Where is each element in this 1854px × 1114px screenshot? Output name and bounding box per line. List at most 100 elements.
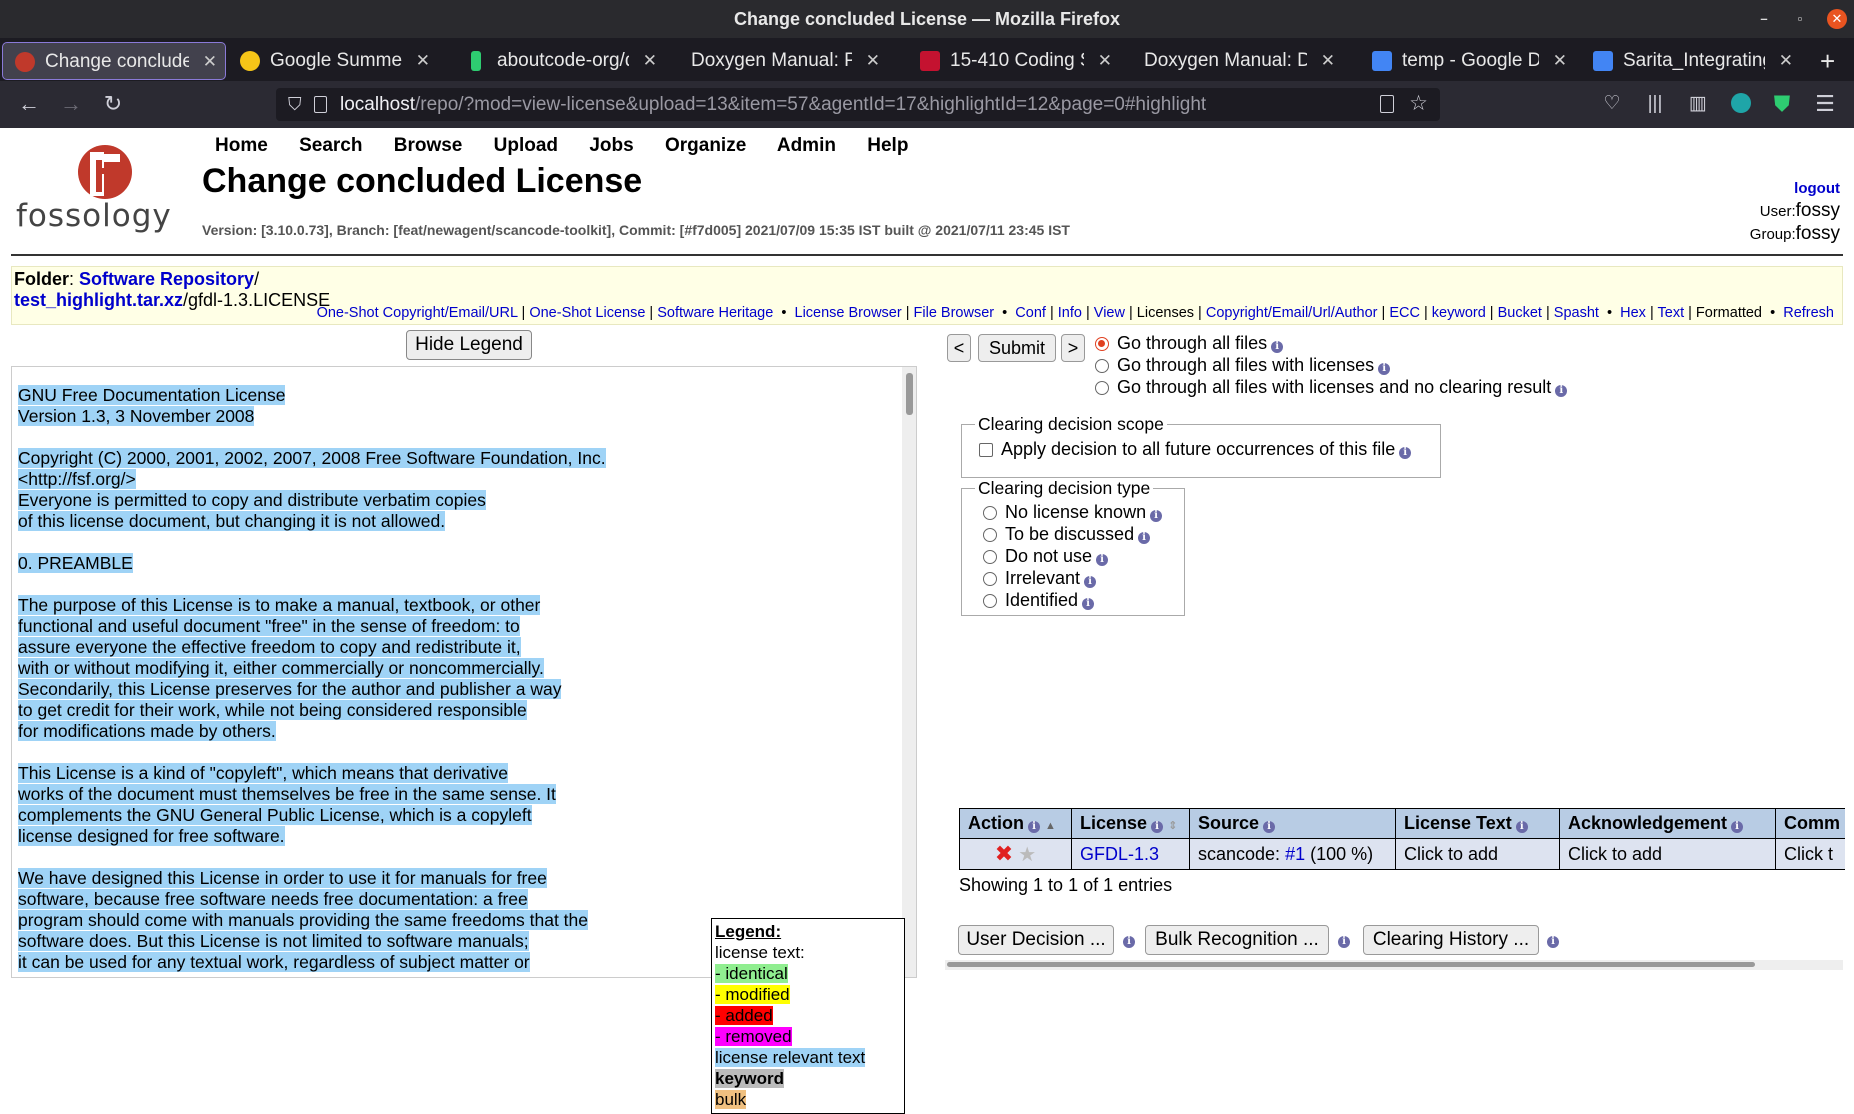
option-all-files[interactable]: Go through all files i <box>1095 332 1567 354</box>
info-icon[interactable]: i <box>1338 936 1350 948</box>
info-icon[interactable]: i <box>1378 363 1391 375</box>
hide-legend-button[interactable]: Hide Legend <box>406 330 532 360</box>
col-acknowledgement[interactable]: Acknowledgement i <box>1559 808 1776 839</box>
url-bar[interactable]: ⛉ localhost/repo/?mod=view-license&uploa… <box>276 88 1440 121</box>
sort-icon[interactable]: ▲ <box>1045 820 1056 832</box>
license-link[interactable]: GFDL-1.3 <box>1080 844 1159 864</box>
link-ecc[interactable]: ECC <box>1389 305 1420 321</box>
star-icon[interactable]: ★ <box>1018 844 1036 866</box>
menu-search[interactable]: Search <box>299 135 362 156</box>
breadcrumb-repo[interactable]: Software Repository <box>79 269 254 289</box>
link-keyword[interactable]: keyword <box>1432 305 1486 321</box>
info-icon[interactable]: i <box>1138 532 1151 544</box>
close-tab-icon[interactable]: ✕ <box>416 42 430 80</box>
tab-temp-doc[interactable]: temp - Google Doc ✕ <box>1360 42 1575 80</box>
menu-upload[interactable]: Upload <box>494 135 558 156</box>
close-tab-icon[interactable]: ✕ <box>1098 42 1112 80</box>
shield-icon[interactable]: ⛉ <box>288 94 302 115</box>
menu-icon[interactable]: ☰ <box>1810 91 1840 117</box>
page-icon[interactable] <box>314 96 327 113</box>
radio-to-be-discussed[interactable] <box>983 528 997 542</box>
info-icon[interactable]: i <box>1263 821 1276 833</box>
type-do-not-use[interactable]: Do not use i <box>983 545 1184 567</box>
scope-option[interactable]: Apply decision to all future occurrences… <box>979 438 1440 460</box>
option-files-with-licenses[interactable]: Go through all files with licenses i <box>1095 354 1567 376</box>
link-file-browser[interactable]: File Browser <box>914 305 995 321</box>
tab-aboutcode[interactable]: aboutcode-org/dis ✕ <box>455 42 665 80</box>
link-software-heritage[interactable]: Software Heritage <box>657 305 773 321</box>
link-license-browser[interactable]: License Browser <box>795 305 902 321</box>
minimize-icon[interactable]: – <box>1754 9 1774 29</box>
library-icon[interactable]: ||| <box>1640 91 1670 117</box>
radio-files-no-clearing[interactable] <box>1095 381 1109 395</box>
type-no-license-known[interactable]: No license known i <box>983 501 1184 523</box>
menu-organize[interactable]: Organize <box>665 135 746 156</box>
menu-help[interactable]: Help <box>867 135 908 156</box>
info-icon[interactable]: i <box>1731 821 1744 833</box>
tab-coding-style[interactable]: 15-410 Coding Styl ✕ <box>908 42 1120 80</box>
back-icon[interactable]: ← <box>14 91 44 117</box>
tab-doxygen-pre[interactable]: Doxygen Manual: Pre ✕ <box>668 42 888 80</box>
info-icon[interactable]: i <box>1547 936 1559 948</box>
tab-gsoc[interactable]: Google Summer of ✕ <box>228 42 438 80</box>
close-tab-icon[interactable]: ✕ <box>1779 42 1793 80</box>
option-files-no-clearing[interactable]: Go through all files with licenses and n… <box>1095 376 1568 398</box>
extension-shield-icon[interactable]: ⛊ <box>1767 91 1797 117</box>
license-text-cell[interactable]: Click to add <box>1395 838 1560 870</box>
col-comment[interactable]: Comm <box>1775 808 1845 839</box>
reload-icon[interactable]: ↻ <box>98 91 128 117</box>
info-icon[interactable]: i <box>1271 341 1284 353</box>
radio-all-files[interactable] <box>1095 337 1109 351</box>
reader-view-icon[interactable] <box>1380 95 1394 113</box>
sort-icon[interactable]: ⇕ <box>1168 820 1177 832</box>
next-button[interactable]: > <box>1061 334 1085 362</box>
source-link[interactable]: #1 <box>1285 844 1305 864</box>
col-license-text[interactable]: License Text i <box>1395 808 1560 839</box>
pocket-icon[interactable]: ♡ <box>1597 91 1627 117</box>
license-text-viewer[interactable]: GNU Free Documentation License Version 1… <box>11 366 917 978</box>
close-tab-icon[interactable]: ✕ <box>866 42 880 80</box>
url-text[interactable]: localhost/repo/?mod=view-license&upload=… <box>340 88 1206 121</box>
account-icon[interactable] <box>1726 91 1756 117</box>
close-tab-icon[interactable]: ✕ <box>643 42 657 80</box>
scope-checkbox[interactable] <box>979 443 993 457</box>
link-oneshot-license[interactable]: One-Shot License <box>529 305 645 321</box>
submit-button[interactable]: Submit <box>978 334 1056 362</box>
type-to-be-discussed[interactable]: To be discussed i <box>983 523 1184 545</box>
type-identified[interactable]: Identified i <box>983 589 1184 611</box>
radio-do-not-use[interactable] <box>983 550 997 564</box>
col-action[interactable]: Action i ▲ <box>959 808 1072 839</box>
link-conf[interactable]: Conf <box>1015 305 1046 321</box>
acknowledgement-cell[interactable]: Click to add <box>1559 838 1776 870</box>
link-spasht[interactable]: Spasht <box>1554 305 1599 321</box>
link-oneshot-copyright[interactable]: One-Shot Copyright/Email/URL <box>317 305 518 321</box>
sidebar-icon[interactable]: ▥ <box>1683 91 1713 117</box>
radio-irrelevant[interactable] <box>983 572 997 586</box>
info-icon[interactable]: i <box>1150 510 1163 522</box>
user-decision-button[interactable]: User Decision ... <box>958 925 1114 955</box>
forward-icon[interactable]: → <box>56 91 86 117</box>
bookmark-star-icon[interactable]: ☆ <box>1409 91 1428 116</box>
radio-identified[interactable] <box>983 594 997 608</box>
link-view[interactable]: View <box>1094 305 1125 321</box>
menu-admin[interactable]: Admin <box>777 135 836 156</box>
clearing-history-button[interactable]: Clearing History ... <box>1363 925 1539 955</box>
radio-files-with-licenses[interactable] <box>1095 359 1109 373</box>
info-icon[interactable]: i <box>1084 576 1097 588</box>
col-source[interactable]: Source i <box>1189 808 1396 839</box>
info-icon[interactable]: i <box>1123 936 1135 948</box>
close-tab-icon[interactable]: ✕ <box>203 43 217 79</box>
tab-doxygen-doc[interactable]: Doxygen Manual: Doc ✕ <box>1121 42 1343 80</box>
info-icon[interactable]: i <box>1096 554 1109 566</box>
menu-jobs[interactable]: Jobs <box>589 135 633 156</box>
info-icon[interactable]: i <box>1151 821 1164 833</box>
menu-home[interactable]: Home <box>215 135 268 156</box>
link-copyright[interactable]: Copyright/Email/Url/Author <box>1206 305 1378 321</box>
breadcrumb-upload[interactable]: test_highlight.tar.xz <box>14 290 183 310</box>
link-refresh[interactable]: Refresh <box>1783 305 1834 321</box>
bulk-recognition-button[interactable]: Bulk Recognition ... <box>1145 925 1329 955</box>
info-icon[interactable]: i <box>1082 598 1095 610</box>
new-tab-button[interactable]: + <box>1815 42 1845 80</box>
close-window-icon[interactable]: ✕ <box>1827 9 1847 29</box>
link-bucket[interactable]: Bucket <box>1498 305 1542 321</box>
